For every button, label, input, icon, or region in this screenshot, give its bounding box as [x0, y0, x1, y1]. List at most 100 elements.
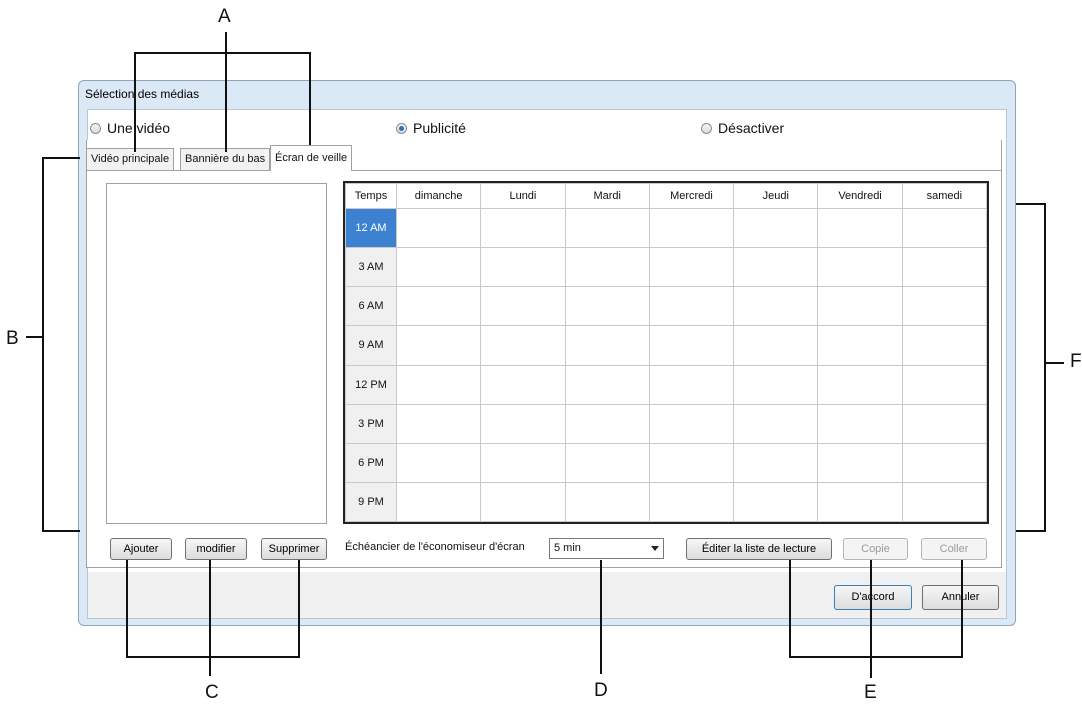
callout-c: C: [205, 682, 219, 703]
schedule-cell[interactable]: [901, 364, 988, 405]
schedule-cell[interactable]: [733, 286, 819, 327]
time-slot-label[interactable]: 3 PM: [345, 403, 397, 444]
tab-screensaver[interactable]: Écran de veille: [270, 145, 353, 171]
schedule-cell[interactable]: [395, 364, 482, 405]
callout-b-top: [42, 157, 80, 159]
schedule-cell[interactable]: [817, 247, 903, 288]
schedule-cell[interactable]: [817, 481, 903, 523]
schedule-cell[interactable]: [480, 286, 566, 327]
schedule-cell[interactable]: [480, 364, 566, 405]
schedule-cell[interactable]: [733, 325, 819, 366]
media-list[interactable]: [106, 183, 327, 524]
schedule-cell[interactable]: [901, 286, 988, 327]
schedule-cell[interactable]: [901, 442, 988, 483]
time-slot-label[interactable]: 9 PM: [345, 481, 397, 523]
time-slot-label[interactable]: 3 AM: [345, 247, 397, 288]
col-header-time: Temps: [345, 183, 397, 209]
schedule-cell[interactable]: [564, 325, 650, 366]
schedule-cell[interactable]: [395, 325, 482, 366]
schedule-cell[interactable]: [564, 247, 650, 288]
schedule-cell[interactable]: [480, 481, 566, 523]
schedule-cell[interactable]: [733, 364, 819, 405]
schedule-cell[interactable]: [733, 247, 819, 288]
schedule-cell[interactable]: [648, 481, 735, 523]
callout-f-top: [1016, 203, 1046, 205]
schedule-cell[interactable]: [480, 442, 566, 483]
schedule-cell[interactable]: [395, 286, 482, 327]
time-slot-label[interactable]: 6 PM: [345, 442, 397, 483]
schedule-cell[interactable]: [480, 325, 566, 366]
col-header-friday: Vendredi: [817, 183, 903, 209]
schedule-cell[interactable]: [564, 442, 650, 483]
schedule-cell[interactable]: [817, 325, 903, 366]
callout-e-leg-mid: [870, 560, 872, 678]
schedule-cell[interactable]: [817, 364, 903, 405]
schedule-cell[interactable]: [395, 247, 482, 288]
schedule-row: 3 PM: [345, 403, 988, 444]
callout-f-stem: [1046, 362, 1064, 364]
add-button[interactable]: Ajouter: [110, 538, 172, 560]
schedule-cell[interactable]: [648, 325, 735, 366]
schedule-cell[interactable]: [733, 207, 819, 249]
schedule-cell[interactable]: [648, 403, 735, 444]
callout-d-line: [600, 560, 602, 674]
schedule-cell[interactable]: [817, 442, 903, 483]
callout-a-leg-left: [134, 52, 136, 152]
schedule-cell[interactable]: [901, 481, 988, 523]
schedule-cell[interactable]: [480, 207, 566, 249]
schedule-cell[interactable]: [733, 442, 819, 483]
schedule-cell[interactable]: [564, 286, 650, 327]
schedule-cell[interactable]: [648, 207, 735, 249]
schedule-cell[interactable]: [817, 403, 903, 444]
schedule-cell[interactable]: [395, 442, 482, 483]
time-slot-label[interactable]: 12 PM: [345, 364, 397, 405]
radio-advertising[interactable]: Publicité: [396, 120, 466, 136]
col-header-sunday: dimanche: [395, 183, 482, 209]
schedule-cell[interactable]: [648, 286, 735, 327]
callout-a-leg-right: [309, 52, 311, 152]
schedule-cell[interactable]: [733, 481, 819, 523]
time-slot-label[interactable]: 12 AM: [345, 207, 397, 249]
edit-playlist-button[interactable]: Éditer la liste de lecture: [686, 538, 832, 560]
edit-button[interactable]: modifier: [185, 538, 247, 560]
callout-c-leg-left: [126, 560, 128, 658]
radio-disable[interactable]: Désactiver: [701, 120, 784, 136]
screensaver-interval-select[interactable]: 5 min: [549, 538, 664, 559]
tab-main-video[interactable]: Vidéo principale: [86, 148, 175, 170]
schedule-cell[interactable]: [564, 481, 650, 523]
time-slot-label[interactable]: 6 AM: [345, 286, 397, 327]
col-header-saturday: samedi: [901, 183, 988, 209]
schedule-cell[interactable]: [648, 442, 735, 483]
col-header-wednesday: Mercredi: [648, 183, 735, 209]
schedule-cell[interactable]: [733, 403, 819, 444]
schedule-grid[interactable]: Temps dimanche Lundi Mardi Mercredi Jeud…: [343, 181, 989, 524]
schedule-cell[interactable]: [901, 403, 988, 444]
schedule-cell[interactable]: [564, 403, 650, 444]
schedule-cell[interactable]: [648, 364, 735, 405]
schedule-cell[interactable]: [817, 286, 903, 327]
schedule-cell[interactable]: [648, 247, 735, 288]
schedule-cell[interactable]: [480, 403, 566, 444]
radio-icon: [701, 122, 712, 134]
schedule-cell[interactable]: [395, 403, 482, 444]
schedule-cell[interactable]: [480, 247, 566, 288]
schedule-cell[interactable]: [395, 481, 482, 523]
schedule-row: 12 PM: [345, 364, 988, 405]
copy-button[interactable]: Copie: [843, 538, 908, 560]
schedule-cell[interactable]: [564, 207, 650, 249]
ok-button[interactable]: D'accord: [834, 585, 912, 610]
callout-b: B: [6, 328, 19, 349]
schedule-cell[interactable]: [901, 325, 988, 366]
chevron-down-icon: [651, 546, 659, 551]
schedule-row: 6 AM: [345, 286, 988, 327]
schedule-cell[interactable]: [817, 207, 903, 249]
callout-e: E: [864, 682, 877, 703]
schedule-cell[interactable]: [564, 364, 650, 405]
schedule-cell[interactable]: [901, 207, 988, 249]
time-slot-label[interactable]: 9 AM: [345, 325, 397, 366]
schedule-cell[interactable]: [901, 247, 988, 288]
delete-button[interactable]: Supprimer: [261, 538, 327, 560]
radio-single-video[interactable]: Une vidéo: [90, 120, 170, 136]
schedule-cell[interactable]: [395, 207, 482, 249]
paste-button[interactable]: Coller: [921, 538, 987, 560]
